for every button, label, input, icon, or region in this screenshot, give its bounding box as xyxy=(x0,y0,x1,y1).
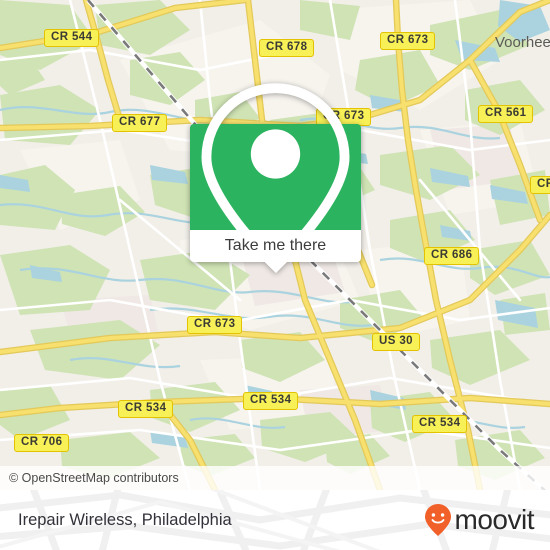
place-label-voorhees: Voorhee xyxy=(495,34,550,51)
moovit-smiley-pin-icon xyxy=(424,504,451,536)
road-shield: CR 534 xyxy=(412,415,468,433)
road-shield: CR 534 xyxy=(118,400,174,418)
callout-tail xyxy=(264,262,287,273)
location-callout[interactable]: Take me there xyxy=(190,83,361,273)
road-shield: CR 561 xyxy=(478,105,534,123)
road-shield: CR xyxy=(530,176,550,194)
location-title: Irepair Wireless, Philadelphia xyxy=(18,510,232,529)
moovit-wordmark: moovit xyxy=(454,504,535,535)
road-shield: CR 673 xyxy=(380,32,436,50)
map-screenshot: CR 544 CR 678 CR 673 CR 677 CR 673 CR 56… xyxy=(0,0,550,550)
road-shield: CR 686 xyxy=(424,247,480,265)
osm-attribution-text[interactable]: © OpenStreetMap contributors xyxy=(0,471,179,485)
road-shield: CR 677 xyxy=(112,114,168,132)
road-shield: CR 706 xyxy=(14,434,70,452)
take-me-there-label: Take me there xyxy=(224,237,327,254)
osm-attribution-bar: © OpenStreetMap contributors xyxy=(0,466,550,490)
callout-icon-area xyxy=(190,83,361,273)
moovit-logo[interactable]: moovit xyxy=(423,503,535,537)
map-pin-icon xyxy=(201,83,350,273)
map-canvas[interactable]: CR 544 CR 678 CR 673 CR 677 CR 673 CR 56… xyxy=(0,0,550,490)
road-shield: CR 544 xyxy=(44,29,100,47)
road-shield: US 30 xyxy=(372,333,420,351)
footer-bar: Irepair Wireless, Philadelphia moovit xyxy=(0,490,550,550)
